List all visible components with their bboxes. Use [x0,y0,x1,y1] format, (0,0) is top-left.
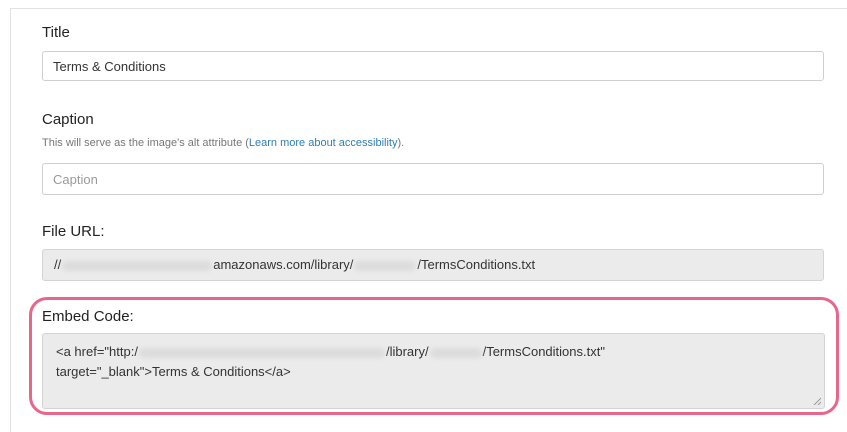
file-url-prefix: // [54,257,62,272]
file-url-value: // amazonaws.com/library/ /TermsConditions… [54,253,535,277]
redacted-folder [429,347,482,358]
caption-help-suffix: ). [397,137,405,149]
embed-code-mid: /library/ [385,344,429,359]
title-input[interactable] [42,51,824,81]
accessibility-link[interactable]: Learn more about accessibility [249,137,398,149]
file-url-filename: /TermsConditions.txt [417,257,536,272]
title-label: Title [42,24,70,41]
panel-left-border [10,8,11,432]
embed-code-line-2: target="_blank">Terms & Conditions</a> [56,364,291,379]
file-url-label: File URL: [42,223,105,240]
redacted-host [138,347,385,358]
embed-code-end: /TermsConditions.txt" [482,344,605,359]
embed-code-line-1: <a href="http:/ /library/ /TermsConditions… [56,342,811,362]
redacted-host [62,260,213,271]
file-url-domain: amazonaws.com/library/ [213,257,354,272]
caption-label: Caption [42,111,94,128]
panel-top-border [10,8,847,9]
caption-help-prefix: This will serve as the image's alt attri… [42,137,249,149]
embed-code-start: <a href="http:/ [56,344,138,359]
resize-handle-icon[interactable] [813,397,821,405]
embed-code-label: Embed Code: [42,308,134,325]
caption-help-text: This will serve as the image's alt attri… [42,137,404,149]
caption-input[interactable] [42,163,824,195]
redacted-folder [354,260,417,271]
embed-code-textarea[interactable]: <a href="http:/ /library/ /TermsConditions… [42,333,825,409]
